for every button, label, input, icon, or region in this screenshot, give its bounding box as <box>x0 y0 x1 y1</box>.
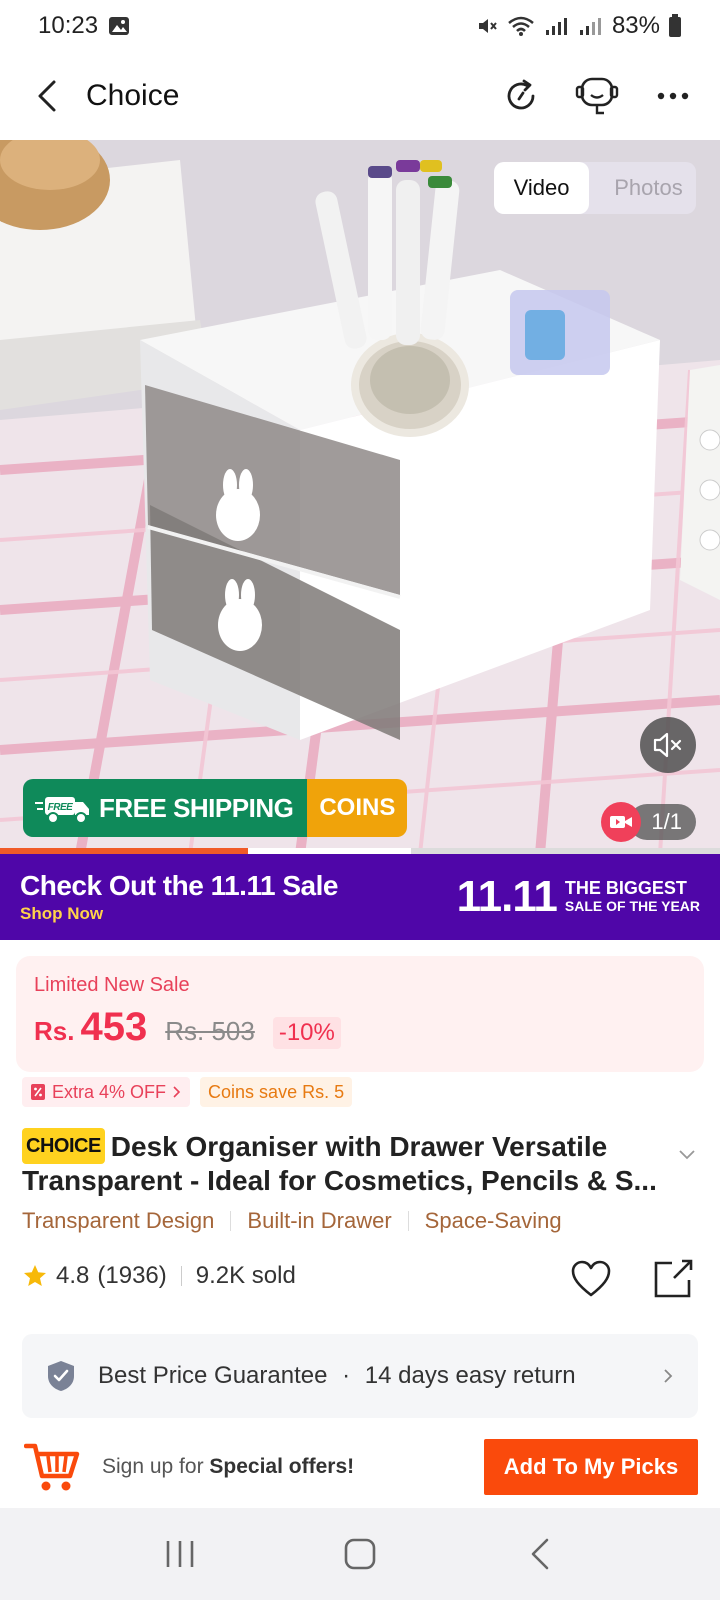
divider <box>230 1211 232 1231</box>
free-shipping-coins-badge: FREE FREE SHIPPING COINS <box>23 779 408 837</box>
tab-photos[interactable]: Photos <box>601 162 696 214</box>
current-price: Rs. 453 <box>34 1005 147 1050</box>
cart-icon <box>24 1443 80 1491</box>
home-button[interactable] <box>330 1524 390 1584</box>
rating-count: (1936) <box>97 1262 167 1289</box>
heart-icon <box>571 1260 611 1297</box>
free-shipping-label: FREE SHIPPING <box>99 792 294 823</box>
expand-title-button[interactable] <box>678 1148 696 1166</box>
sale-banner[interactable]: Check Out the 11.11 Sale Shop Now 11.11 … <box>0 854 720 940</box>
extra-off-coupon[interactable]: Extra 4% OFF <box>22 1077 191 1107</box>
free-tag-text: FREE <box>48 802 74 813</box>
back-button[interactable] <box>24 72 72 120</box>
system-back-button[interactable] <box>510 1524 570 1584</box>
battery-percent: 83% <box>611 12 660 39</box>
bottom-action-bar: Sign up for Special offers! Add To My Pi… <box>0 1426 720 1508</box>
signup-bold: Special offers! <box>209 1455 355 1478</box>
coins-save-coupon[interactable]: Coins save Rs. 5 <box>200 1077 353 1107</box>
chevron-left-icon <box>38 80 56 112</box>
share-button[interactable] <box>652 1258 694 1305</box>
star-icon <box>24 1265 46 1286</box>
divider <box>180 1266 182 1286</box>
chevron-right-icon <box>664 1369 673 1383</box>
divider <box>407 1211 409 1231</box>
chevron-right-icon <box>173 1086 181 1098</box>
sale-banner-big-text: 11.11 <box>456 872 558 921</box>
signup-promo-text[interactable]: Sign up for Special offers! <box>102 1455 354 1479</box>
battery-icon <box>668 14 682 38</box>
chat-bot-icon <box>575 77 619 115</box>
extra-off-label: Extra 4% OFF <box>52 1081 167 1102</box>
signal-icon <box>544 15 570 37</box>
coins-label: COINS <box>307 779 408 837</box>
shield-check-icon <box>48 1361 74 1391</box>
sale-banner-cta[interactable]: Shop Now <box>20 904 338 924</box>
truck-icon: FREE <box>35 797 89 824</box>
rating-row[interactable]: 4.8 (1936) 9.2K sold <box>22 1262 296 1290</box>
top-nav: Choice <box>0 52 720 140</box>
price-amount: 453 <box>80 1005 148 1049</box>
tab-video[interactable]: Video <box>494 162 589 214</box>
media-tab-toggle: Video Photos <box>494 162 696 214</box>
coupon-row: Extra 4% OFF Coins save Rs. 5 <box>22 1077 353 1107</box>
page-title: Choice <box>86 79 180 112</box>
speaker-muted-icon <box>653 732 682 758</box>
price-guarantee-text: Best Price Guarantee <box>98 1362 328 1389</box>
gallery-notification-icon <box>108 15 130 37</box>
share-refresh-button[interactable] <box>498 73 544 119</box>
share-icon <box>654 1259 693 1298</box>
signup-prefix: Sign up for <box>102 1455 210 1478</box>
more-options-button[interactable] <box>650 73 696 119</box>
price-card: Limited New Sale Rs. 453 Rs. 503 -10% <box>16 956 704 1072</box>
rating-score: 4.8 <box>56 1262 90 1289</box>
refresh-icon <box>507 79 535 110</box>
recent-apps-button[interactable] <box>150 1524 210 1584</box>
mute-button[interactable] <box>640 717 696 773</box>
wifi-icon <box>506 15 536 37</box>
home-icon <box>344 1538 376 1570</box>
feature-tag: Space-Saving <box>424 1208 562 1233</box>
coupon-icon <box>31 1084 45 1100</box>
product-title[interactable]: CHOICE Desk Organiser with Drawer Versati… <box>22 1128 672 1198</box>
product-title-text: Desk Organiser with Drawer Versatile Tra… <box>22 1131 657 1196</box>
mute-status-icon <box>476 15 498 37</box>
signal-2-icon <box>578 15 604 37</box>
feature-tags: Transparent Design Built-in Drawer Space… <box>22 1208 562 1234</box>
sold-count: 9.2K sold <box>195 1262 296 1289</box>
sale-banner-title: Check Out the 11.11 Sale <box>20 870 338 901</box>
system-navigation-bar <box>0 1508 720 1600</box>
original-price: Rs. 503 <box>165 1016 255 1046</box>
discount-badge: -10% <box>272 1017 341 1049</box>
product-media[interactable]: Video Photos FREE FREE SHIPPING COINS 1/… <box>0 140 720 854</box>
cart-button[interactable] <box>22 1437 82 1497</box>
wishlist-button[interactable] <box>570 1260 612 1303</box>
more-dots-icon <box>657 92 689 100</box>
price-currency: Rs. <box>34 1016 75 1046</box>
sale-tag-line2: SALE OF THE YEAR <box>564 898 700 914</box>
feature-tag: Built-in Drawer <box>247 1208 392 1233</box>
customer-service-button[interactable] <box>574 73 620 119</box>
return-policy-text: 14 days easy return <box>364 1362 576 1389</box>
guarantee-dot: · <box>342 1362 351 1389</box>
guarantee-row[interactable]: Best Price Guarantee · 14 days easy retu… <box>22 1334 698 1418</box>
product-video-frame[interactable] <box>0 140 720 854</box>
sale-tag-line1: THE BIGGEST <box>564 878 687 898</box>
recent-apps-icon <box>166 1541 194 1567</box>
status-bar: 10:23 83% <box>0 0 720 52</box>
chevron-down-icon <box>679 1150 695 1160</box>
status-time: 10:23 <box>38 12 99 39</box>
add-to-my-picks-button[interactable]: Add To My Picks <box>484 1439 698 1495</box>
sale-label: Limited New Sale <box>34 974 190 996</box>
feature-tag: Transparent Design <box>22 1208 215 1233</box>
media-counter: 1/1 <box>601 802 696 842</box>
back-icon <box>531 1538 549 1570</box>
choice-brand-badge: CHOICE <box>22 1128 105 1164</box>
